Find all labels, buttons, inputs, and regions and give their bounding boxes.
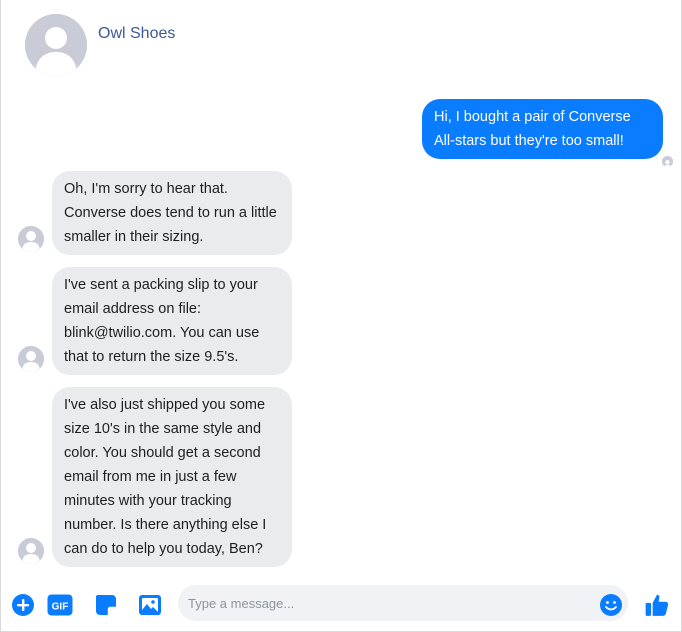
default-profile-icon [25,14,87,76]
message-text: I've sent a packing slip to your email a… [64,277,260,365]
message-input[interactable] [178,585,628,621]
sender-avatar [18,346,44,372]
add-button[interactable] [10,592,36,618]
message-text: I've also just shipped you some size 10'… [64,397,267,557]
thumbs-up-icon [645,594,669,616]
photo-button[interactable] [137,592,163,618]
contact-name[interactable]: Owl Shoes [98,25,175,43]
gif-button[interactable]: GIF [47,592,73,618]
plus-circle-icon [12,594,34,616]
sender-avatar [18,538,44,564]
default-profile-icon [18,346,44,372]
incoming-message: Oh, I'm sorry to hear that. Converse doe… [52,171,292,255]
outgoing-message: Hi, I bought a pair of Converse All-star… [422,99,663,159]
incoming-message: I've also just shipped you some size 10'… [52,387,292,567]
default-profile-icon [18,538,44,564]
sticker-icon [96,595,116,615]
message-composer: GIF [1,584,682,632]
image-icon [139,595,161,615]
default-profile-icon [18,226,44,252]
like-button[interactable] [644,592,670,618]
emoji-icon [600,594,622,616]
chat-header: Owl Shoes [1,0,682,80]
contact-avatar[interactable] [25,14,87,76]
gif-label: GIF [52,602,69,613]
gif-icon: GIF [47,594,73,616]
emoji-button[interactable] [598,592,624,618]
sticker-button[interactable] [93,592,119,618]
message-text: Hi, I bought a pair of Converse All-star… [434,109,631,149]
default-profile-icon [662,158,673,167]
sender-avatar [18,226,44,252]
message-text: Oh, I'm sorry to hear that. Converse doe… [64,181,277,245]
incoming-message: I've sent a packing slip to your email a… [52,267,292,375]
seen-indicator-avatar [662,156,673,167]
messenger-window: Owl Shoes Hi, I bought a pair of Convers… [0,0,682,632]
